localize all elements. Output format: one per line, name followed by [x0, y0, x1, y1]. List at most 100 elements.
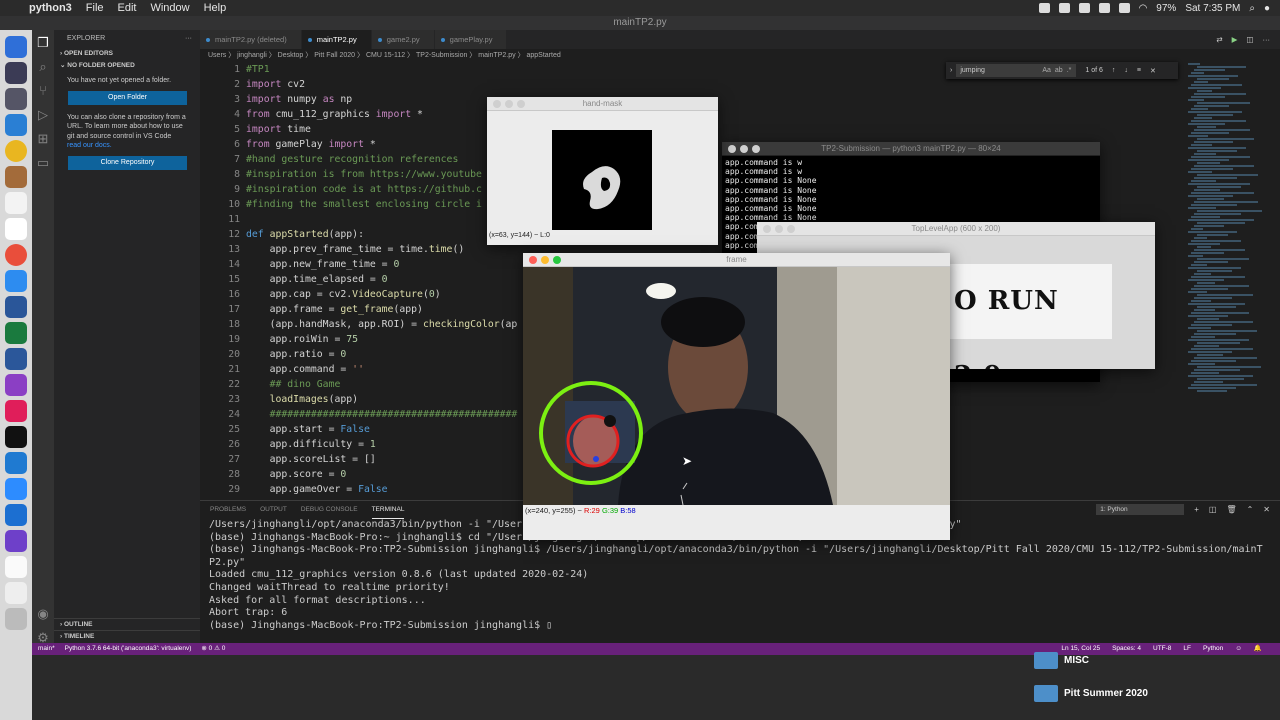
- battery-percent[interactable]: 97%: [1156, 3, 1176, 14]
- sync-icon[interactable]: [1078, 3, 1090, 13]
- toggle-replace-icon[interactable]: ›: [950, 67, 952, 74]
- feedback-icon[interactable]: ☺: [1235, 643, 1242, 655]
- tab-game2[interactable]: game2.py: [371, 30, 435, 49]
- tab-gameplay[interactable]: gamePlay.py: [434, 30, 508, 49]
- encoding[interactable]: UTF-8: [1153, 643, 1171, 655]
- timeline-section[interactable]: › TIMELINE: [54, 630, 200, 642]
- editor-more-icon[interactable]: ···: [1263, 30, 1271, 49]
- open-editors-section[interactable]: › OPEN EDITORS: [54, 48, 200, 60]
- explorer-icon[interactable]: ❐: [37, 36, 49, 50]
- find-in-selection-icon[interactable]: ≡: [1137, 67, 1141, 74]
- calendar-icon[interactable]: [5, 192, 27, 214]
- chrome-icon[interactable]: [5, 140, 27, 162]
- terminal-select[interactable]: 1: Python: [1096, 504, 1185, 515]
- tab-output[interactable]: OUTPUT: [260, 501, 287, 519]
- siri-dock-icon[interactable]: [5, 62, 27, 84]
- python-interpreter[interactable]: Python 3.7.6 64-bit ('anaconda3': virtua…: [65, 643, 192, 655]
- search-icon[interactable]: ⌕: [39, 60, 46, 74]
- folder-misc[interactable]: MISC: [1034, 652, 1089, 669]
- outlook-icon[interactable]: [5, 504, 27, 526]
- siri-icon[interactable]: ●: [1264, 3, 1270, 14]
- word-icon[interactable]: [5, 348, 27, 370]
- clock[interactable]: Sat 7:35 PM: [1185, 3, 1240, 14]
- language-mode[interactable]: Python: [1203, 643, 1223, 655]
- trash-icon[interactable]: [5, 608, 27, 630]
- clone-repository-button[interactable]: Clone Repository: [68, 155, 187, 170]
- calculator-icon[interactable]: [5, 296, 27, 318]
- account-icon[interactable]: ◉: [37, 607, 48, 621]
- breadcrumb[interactable]: Users 〉 jinghangli 〉 Desktop 〉 Pitt Fall…: [200, 49, 940, 62]
- kill-terminal-icon[interactable]: 🗑: [1226, 505, 1236, 514]
- record-icon[interactable]: [1038, 3, 1050, 13]
- run-debug-icon[interactable]: ▷: [38, 108, 48, 122]
- open-folder-button[interactable]: Open Folder: [68, 90, 187, 105]
- no-folder-section[interactable]: ⌄ NO FOLDER OPENED: [54, 60, 200, 72]
- menu-file[interactable]: File: [79, 2, 111, 14]
- slack-icon[interactable]: [5, 400, 27, 422]
- messages-icon[interactable]: [5, 270, 27, 292]
- tab-maintp2-deleted[interactable]: mainTP2.py (deleted): [200, 30, 302, 49]
- code-line[interactable]: #TP1: [246, 62, 946, 77]
- notes-icon[interactable]: [5, 166, 27, 188]
- document-icon[interactable]: [5, 556, 27, 578]
- problems-status[interactable]: ⊗ 0 ⚠ 0: [201, 643, 225, 655]
- run-file-icon[interactable]: ▶: [1232, 30, 1238, 49]
- podcasts-icon[interactable]: [5, 374, 27, 396]
- split-terminal-icon[interactable]: ◫: [1209, 505, 1217, 514]
- menu-app-name[interactable]: python3: [22, 2, 79, 14]
- source-control-icon[interactable]: ⑂: [39, 84, 47, 98]
- webcam-video[interactable]: [523, 267, 950, 505]
- photos-icon[interactable]: [5, 244, 27, 266]
- screen-icon[interactable]: [1058, 3, 1070, 13]
- dropbox-icon[interactable]: [1098, 3, 1110, 13]
- finder-icon[interactable]: [5, 36, 27, 58]
- notifications-icon[interactable]: 🔔: [1254, 643, 1262, 655]
- more-actions-icon[interactable]: ···: [185, 30, 192, 48]
- outline-section[interactable]: › OUTLINE: [54, 618, 200, 630]
- minimize-window-icon[interactable]: [541, 256, 549, 264]
- tab-problems[interactable]: PROBLEMS: [210, 501, 246, 519]
- indentation[interactable]: Spaces: 4: [1112, 643, 1141, 655]
- tab-debug-console[interactable]: DEBUG CONSOLE: [301, 501, 358, 519]
- end-of-line[interactable]: LF: [1183, 643, 1191, 655]
- launchpad-icon[interactable]: [5, 88, 27, 110]
- menu-edit[interactable]: Edit: [111, 2, 144, 14]
- vscode-icon[interactable]: [5, 452, 27, 474]
- regex-toggle[interactable]: .*: [1067, 67, 1072, 74]
- spotlight-icon[interactable]: ⌕: [1249, 3, 1255, 14]
- extensions-icon[interactable]: ⊞: [38, 132, 49, 146]
- frame-window[interactable]: frame (x=240, y=255) ~ R:29 G:39 B:58: [523, 253, 950, 540]
- remote-icon[interactable]: ▭: [37, 156, 49, 170]
- whole-word-toggle[interactable]: ab: [1055, 67, 1063, 74]
- zoom-window-icon[interactable]: [553, 256, 561, 264]
- minimap[interactable]: [1188, 62, 1262, 498]
- excel-icon[interactable]: [5, 322, 27, 344]
- read-docs-link[interactable]: read our docs.: [67, 142, 112, 149]
- close-window-icon[interactable]: [529, 256, 537, 264]
- github-icon[interactable]: [5, 530, 27, 552]
- branch-status[interactable]: main*: [38, 643, 55, 655]
- terminal-icon[interactable]: [5, 426, 27, 448]
- compare-icon[interactable]: ⇄: [1216, 30, 1222, 49]
- zoom-icon[interactable]: [5, 478, 27, 500]
- hand-mask-window[interactable]: hand-mask (x=63, y=144) ~ L:0: [487, 97, 718, 245]
- match-case-toggle[interactable]: Aa: [1042, 67, 1051, 74]
- reminders-icon[interactable]: [5, 218, 27, 240]
- tab-maintp2[interactable]: mainTP2.py: [301, 30, 372, 49]
- maximize-panel-icon[interactable]: ⌃: [1247, 505, 1254, 514]
- menu-window[interactable]: Window: [143, 2, 196, 14]
- close-panel-icon[interactable]: ✕: [1263, 505, 1270, 514]
- flag-icon[interactable]: [1118, 3, 1130, 13]
- next-match-icon[interactable]: ↓: [1124, 67, 1128, 74]
- wifi-icon[interactable]: ◠: [1139, 3, 1148, 14]
- new-terminal-icon[interactable]: +: [1194, 505, 1199, 514]
- split-editor-icon[interactable]: ◫: [1246, 30, 1253, 49]
- folder-pitt-summer[interactable]: Pitt Summer 2020: [1034, 685, 1148, 702]
- preview-icon[interactable]: [5, 582, 27, 604]
- tab-terminal[interactable]: TERMINAL: [371, 501, 405, 519]
- previous-match-icon[interactable]: ↑: [1112, 67, 1116, 74]
- safari-icon[interactable]: [5, 114, 27, 136]
- close-find-icon[interactable]: ✕: [1150, 67, 1156, 75]
- code-line[interactable]: import cv2: [246, 77, 946, 92]
- menu-help[interactable]: Help: [197, 2, 234, 14]
